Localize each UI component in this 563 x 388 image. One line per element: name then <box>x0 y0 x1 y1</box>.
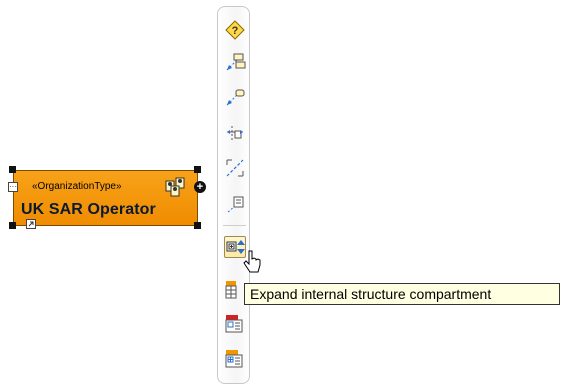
element-stereotype: «OrganizationType» <box>32 181 122 192</box>
compartment-toggle-button[interactable]: ··· <box>8 182 18 192</box>
add-plus-handle[interactable]: + <box>194 181 206 193</box>
resize-handle-top-right[interactable] <box>194 166 201 173</box>
organization-type-element[interactable]: «OrganizationType» UK SAR Operator <box>13 170 198 226</box>
dependency-link-icon[interactable] <box>224 51 246 73</box>
association-link-icon[interactable] <box>224 86 246 108</box>
link-handle[interactable] <box>26 219 36 229</box>
element-name[interactable]: UK SAR Operator <box>21 201 156 219</box>
resize-handle-bottom-left[interactable] <box>9 222 16 229</box>
table-compartment-icon[interactable] <box>224 279 246 301</box>
grid-compartment-icon[interactable] <box>224 348 246 370</box>
toolbar-separator <box>223 225 246 226</box>
resize-handle-bottom-right[interactable] <box>194 222 201 229</box>
note-link-icon[interactable] <box>224 193 246 215</box>
smart-manipulator-toolbar: ? <box>217 6 250 384</box>
dashed-line-icon[interactable] <box>224 157 246 179</box>
connector-link-icon[interactable] <box>224 122 246 144</box>
diamond-question-icon[interactable]: ? <box>224 19 246 41</box>
red-table-compartment-icon[interactable] <box>224 313 246 335</box>
tooltip: Expand internal structure compartment <box>244 283 560 305</box>
svg-text:?: ? <box>232 25 239 37</box>
resize-handle-top-left[interactable] <box>9 166 16 173</box>
pointer-cursor-icon <box>243 250 263 276</box>
organization-icon <box>164 175 190 199</box>
